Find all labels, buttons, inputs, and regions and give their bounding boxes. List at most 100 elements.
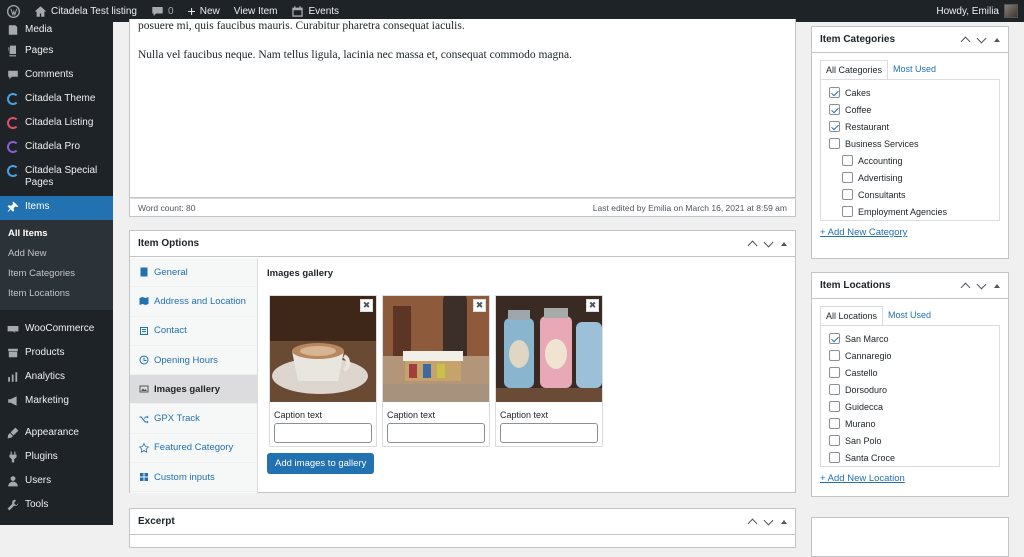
checkbox[interactable] — [829, 418, 840, 429]
location-item[interactable]: Castello — [829, 364, 999, 381]
category-item[interactable]: Accounting — [829, 152, 999, 169]
checkbox[interactable] — [829, 384, 840, 395]
checkbox[interactable] — [842, 155, 853, 166]
toggle-panel-icon[interactable] — [781, 519, 787, 524]
checkbox[interactable] — [829, 121, 840, 132]
location-item[interactable]: San Marco — [829, 330, 999, 347]
gallery-item[interactable]: ✖ Caption text — [495, 295, 603, 447]
tab-gpx-track[interactable]: GPX Track — [130, 404, 257, 434]
location-item[interactable]: San Polo — [829, 432, 999, 449]
checkbox[interactable] — [829, 435, 840, 446]
move-down-icon[interactable] — [763, 515, 774, 525]
category-label: Coffee — [845, 104, 872, 115]
menu-products[interactable]: Products — [0, 342, 113, 366]
caption-input[interactable] — [274, 423, 372, 443]
menu-media[interactable]: Media — [0, 22, 113, 40]
caption-input[interactable] — [387, 423, 485, 443]
location-item[interactable]: Murano — [829, 415, 999, 432]
move-up-icon[interactable] — [960, 282, 971, 293]
menu-citadela-pro[interactable]: Citadela Pro — [0, 136, 113, 160]
tab-most-used[interactable]: Most Used — [883, 306, 936, 325]
add-new-category-link[interactable]: + Add New Category — [820, 227, 1000, 238]
menu-citadela-listing[interactable]: Citadela Listing — [0, 112, 113, 136]
category-item[interactable]: Consultants — [829, 186, 999, 203]
my-account[interactable]: Howdy, Emilia — [936, 4, 1024, 18]
submenu-item-locations[interactable]: Item Locations — [0, 284, 113, 304]
media-icon — [7, 24, 19, 36]
checkbox[interactable] — [842, 172, 853, 183]
tab-general[interactable]: General — [130, 258, 257, 288]
move-down-icon[interactable] — [976, 279, 987, 289]
checkbox[interactable] — [829, 333, 840, 344]
checkbox[interactable] — [829, 401, 840, 412]
item-options-header: Item Options — [130, 231, 795, 257]
tab-all-locations[interactable]: All Locations — [820, 306, 884, 325]
submenu-item-categories[interactable]: Item Categories — [0, 264, 113, 284]
remove-image-icon[interactable]: ✖ — [473, 299, 486, 312]
add-new-location-link[interactable]: + Add New Location — [820, 473, 1000, 484]
checkbox[interactable] — [829, 104, 840, 115]
tab-most-used[interactable]: Most Used — [888, 60, 941, 79]
move-up-icon[interactable] — [960, 36, 971, 47]
category-item[interactable]: Cakes — [829, 84, 999, 101]
menu-citadela-special-pages[interactable]: Citadela Special Pages — [0, 160, 113, 196]
toggle-panel-icon[interactable] — [781, 241, 787, 246]
move-down-icon[interactable] — [763, 237, 774, 247]
clock-icon — [139, 355, 149, 365]
caption-input[interactable] — [500, 423, 598, 443]
menu-items[interactable]: Items — [0, 196, 113, 220]
location-item[interactable]: Dorsoduro — [829, 381, 999, 398]
post-editor[interactable]: posuere mi, quis faucibus mauris. Curabi… — [129, 19, 796, 198]
site-name-link[interactable]: Citadela Test listing — [27, 0, 144, 22]
add-images-button[interactable]: Add images to gallery — [267, 453, 375, 474]
category-item[interactable]: Restaurant — [829, 118, 999, 135]
menu-marketing[interactable]: Marketing — [0, 390, 113, 414]
checkbox[interactable] — [829, 367, 840, 378]
menu-tools[interactable]: Tools — [0, 494, 113, 518]
menu-citadela-theme[interactable]: Citadela Theme — [0, 88, 113, 112]
category-item[interactable]: Advertising — [829, 169, 999, 186]
move-down-icon[interactable] — [976, 33, 987, 43]
menu-comments[interactable]: Comments — [0, 64, 113, 88]
category-item[interactable]: Coffee — [829, 101, 999, 118]
menu-pages[interactable]: Pages — [0, 40, 113, 64]
tab-all-categories[interactable]: All Categories — [820, 60, 889, 79]
tab-featured-category[interactable]: Featured Category — [130, 434, 257, 464]
menu-label: Plugins — [25, 451, 58, 462]
gallery-item[interactable]: ✖ Caption text — [382, 289, 490, 447]
tab-custom-inputs[interactable]: Custom inputs — [130, 463, 257, 493]
category-item[interactable]: Employment Agencies — [829, 203, 999, 220]
category-item[interactable]: Business Services — [829, 135, 999, 152]
checkbox[interactable] — [829, 452, 840, 463]
wordpress-logo[interactable] — [0, 0, 27, 22]
avatar — [1004, 4, 1018, 18]
checkbox[interactable] — [829, 350, 840, 361]
remove-image-icon[interactable]: ✖ — [360, 299, 373, 312]
submenu-add-new[interactable]: Add New — [0, 244, 113, 264]
checkbox[interactable] — [829, 138, 840, 149]
location-item[interactable]: Cannaregio — [829, 347, 999, 364]
tab-opening-hours[interactable]: Opening Hours — [130, 346, 257, 376]
checkbox[interactable] — [842, 189, 853, 200]
menu-users[interactable]: Users — [0, 470, 113, 494]
checkbox[interactable] — [829, 87, 840, 98]
tab-images-gallery[interactable]: Images gallery — [130, 375, 257, 405]
menu-appearance[interactable]: Appearance — [0, 422, 113, 446]
move-up-icon[interactable] — [747, 240, 758, 251]
tab-address-location[interactable]: Address and Location — [130, 287, 257, 317]
move-up-icon[interactable] — [747, 518, 758, 529]
menu-woocommerce[interactable]: WooCommerce — [0, 318, 113, 342]
submenu-all-items[interactable]: All Items — [0, 224, 113, 244]
location-item[interactable]: Santa Croce — [829, 449, 999, 466]
menu-analytics[interactable]: Analytics — [0, 366, 113, 390]
shuffle-icon — [139, 415, 149, 424]
toggle-panel-icon[interactable] — [994, 283, 1000, 288]
location-label: San Polo — [845, 435, 882, 446]
gallery-item[interactable]: ✖ Caption text — [269, 295, 377, 447]
tab-contact[interactable]: Contact — [130, 317, 257, 346]
remove-image-icon[interactable]: ✖ — [586, 299, 599, 312]
location-item[interactable]: Guidecca — [829, 398, 999, 415]
toggle-panel-icon[interactable] — [994, 37, 1000, 42]
checkbox[interactable] — [842, 206, 853, 217]
menu-plugins[interactable]: Plugins — [0, 446, 113, 470]
